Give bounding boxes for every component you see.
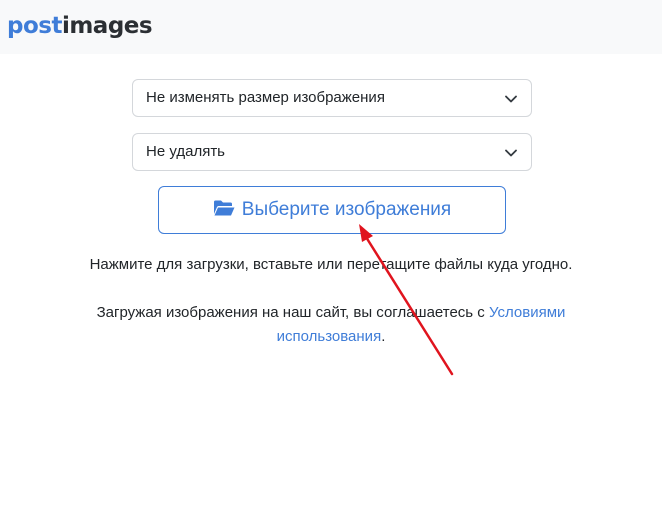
choose-images-label: Выберите изображения xyxy=(241,199,452,220)
chevron-down-icon xyxy=(505,149,517,157)
terms-notice: Загружая изображения на наш сайт, вы сог… xyxy=(60,301,602,349)
expire-select-value: Не удалять xyxy=(146,143,225,160)
upload-hint: Нажмите для загрузки, вставьте или перет… xyxy=(89,256,573,273)
site-header: postimages xyxy=(0,0,662,54)
resize-select-value: Не изменять размер изображения xyxy=(146,89,385,106)
logo-post-text: post xyxy=(7,13,62,39)
folder-open-icon xyxy=(213,200,235,216)
resize-select[interactable]: Не изменять размер изображения xyxy=(132,79,532,117)
expire-select[interactable]: Не удалять xyxy=(132,133,532,171)
terms-prefix: Загружая изображения на наш сайт, вы сог… xyxy=(96,304,489,321)
logo-images-text: images xyxy=(61,13,153,39)
choose-images-button[interactable]: Выберите изображения xyxy=(158,186,506,234)
site-logo[interactable]: postimages xyxy=(7,10,153,42)
terms-suffix: . xyxy=(381,328,386,345)
chevron-down-icon xyxy=(505,95,517,103)
